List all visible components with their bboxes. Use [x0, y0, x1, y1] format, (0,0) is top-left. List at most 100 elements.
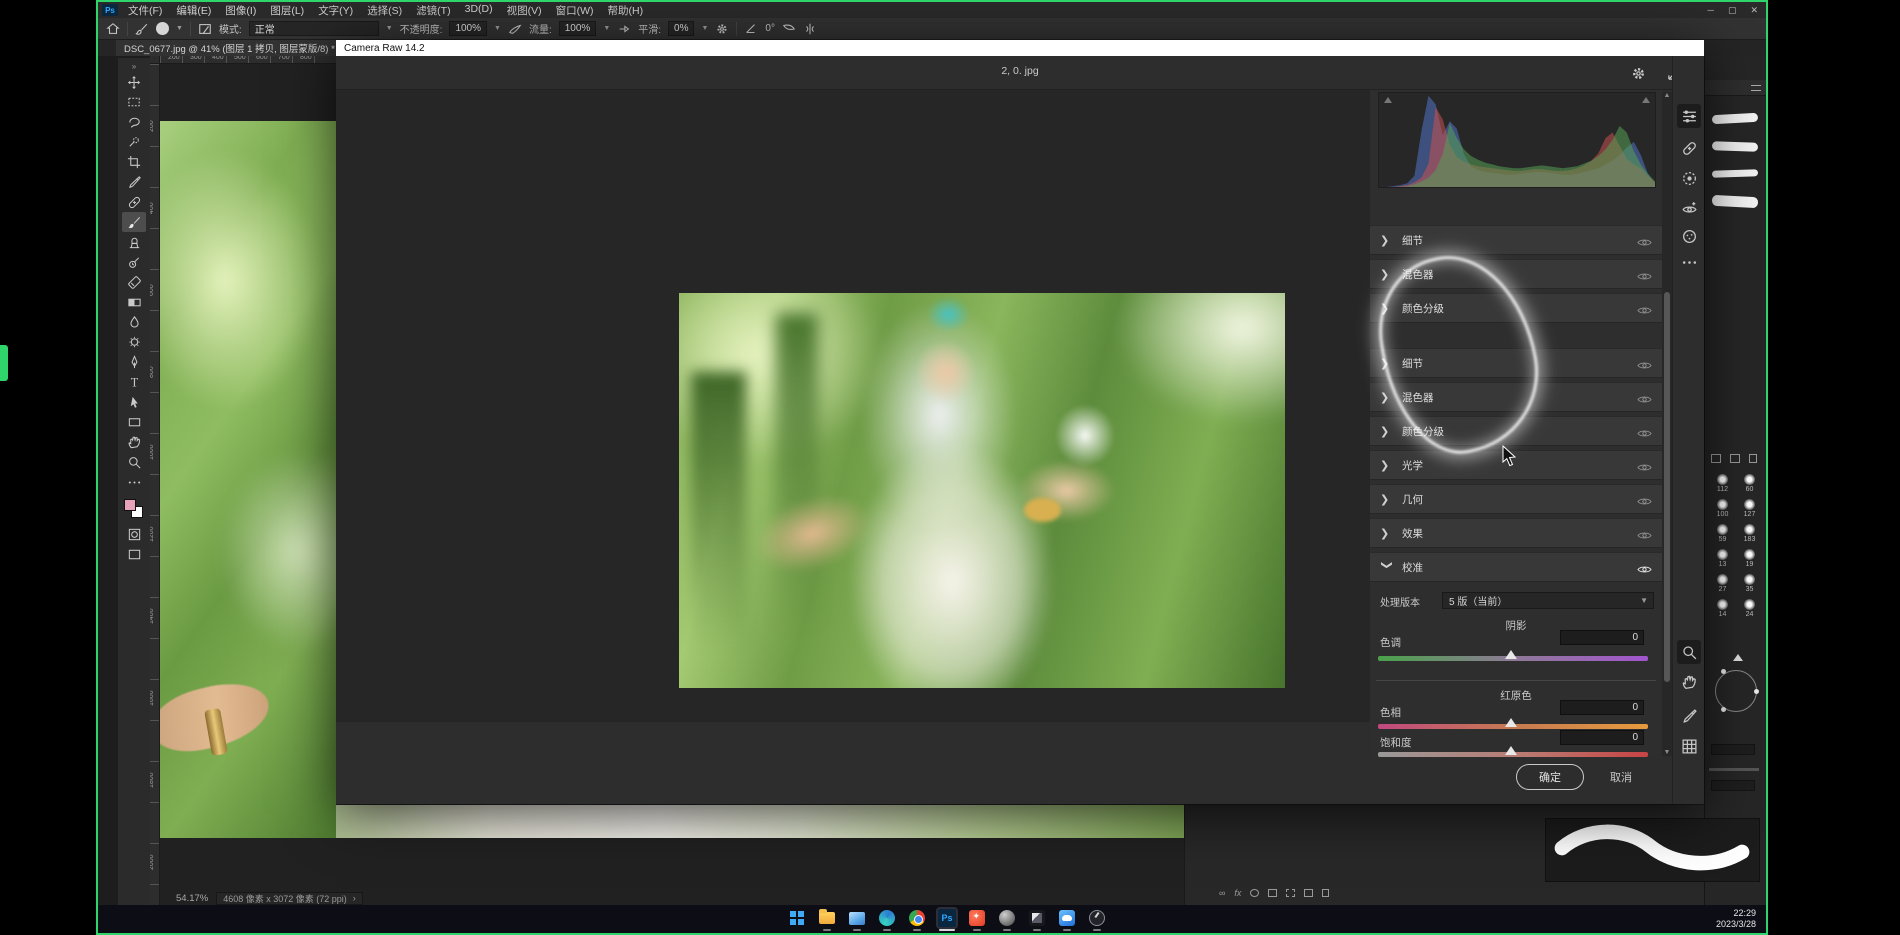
- brush-stroke-preview[interactable]: [1712, 113, 1758, 124]
- mode-select[interactable]: 正常: [249, 21, 379, 36]
- chevron-down-icon[interactable]: ▼: [701, 25, 708, 32]
- histogram[interactable]: [1378, 92, 1656, 188]
- brush-tool-icon[interactable]: [135, 22, 149, 36]
- tool-lasso[interactable]: [122, 112, 146, 132]
- foreground-color-swatch[interactable]: [124, 499, 136, 511]
- tool-eyedropper[interactable]: [122, 172, 146, 192]
- brush-preset-preview[interactable]: [156, 22, 169, 35]
- brush-preset[interactable]: 112: [1717, 474, 1728, 493]
- quick-mask-icon[interactable]: [122, 524, 146, 544]
- saturation-slider[interactable]: [1378, 752, 1648, 757]
- tint-slider[interactable]: [1378, 656, 1648, 661]
- eye-icon[interactable]: [1637, 303, 1652, 314]
- tool-path-select[interactable]: [122, 392, 146, 412]
- panel-row-detail[interactable]: ❯ 细节: [1370, 225, 1662, 255]
- slider-thumb[interactable]: [1505, 746, 1517, 755]
- recorder-indicator[interactable]: [0, 345, 8, 381]
- tool-healing-brush[interactable]: [122, 192, 146, 212]
- brush-preset[interactable]: 60: [1744, 474, 1755, 493]
- slider-thumb[interactable]: [1505, 718, 1517, 727]
- tool-crop[interactable]: [122, 152, 146, 172]
- process-version-select[interactable]: 5 版（当前） ▼: [1442, 592, 1654, 609]
- opacity-field[interactable]: 100%: [449, 21, 487, 36]
- airbrush-icon[interactable]: [617, 22, 631, 36]
- sampler-tool-icon[interactable]: [1677, 704, 1701, 728]
- red-eye-tool-icon[interactable]: [1677, 196, 1701, 220]
- chrome-icon[interactable]: [906, 907, 928, 929]
- new-layer-icon[interactable]: [1304, 889, 1313, 897]
- panel-menu-icon[interactable]: [1751, 85, 1761, 91]
- tool-type[interactable]: T: [122, 372, 146, 392]
- photoshop-taskbar-icon[interactable]: Ps: [936, 907, 958, 929]
- screen-mode-icon[interactable]: [122, 544, 146, 564]
- symmetry-icon[interactable]: [803, 22, 817, 36]
- brush-preset[interactable]: 14: [1717, 599, 1728, 618]
- hue-slider[interactable]: [1378, 724, 1648, 729]
- new-group-icon[interactable]: [1286, 889, 1295, 897]
- tool-zoom[interactable]: [122, 452, 146, 472]
- status-zoom-level[interactable]: 54.17%: [176, 893, 208, 904]
- zoom-tool-icon[interactable]: [1677, 640, 1701, 664]
- menu-edit[interactable]: 编辑(E): [176, 3, 211, 18]
- eye-icon[interactable]: [1637, 494, 1652, 505]
- layer-mask-icon[interactable]: [1250, 889, 1259, 897]
- menu-3d[interactable]: 3D(D): [465, 3, 493, 18]
- color-value-field[interactable]: [1711, 780, 1755, 791]
- color-value-field[interactable]: [1711, 744, 1755, 755]
- delete-layer-icon[interactable]: [1322, 889, 1329, 897]
- photos-app-icon[interactable]: [846, 907, 868, 929]
- minimize-button[interactable]: ─: [1708, 2, 1714, 18]
- collapse-toolbar-icon[interactable]: »: [132, 62, 136, 72]
- camera-raw-titlebar[interactable]: Camera Raw 14.2: [336, 40, 1704, 56]
- healing-tool-icon[interactable]: [1677, 136, 1701, 160]
- menu-layer[interactable]: 图层(L): [270, 3, 304, 18]
- toggle-panel-icon[interactable]: [198, 22, 212, 36]
- dark-app-icon[interactable]: [1026, 907, 1048, 929]
- angle-value[interactable]: 0°: [765, 23, 775, 34]
- blue-cloud-app-icon[interactable]: [1056, 907, 1078, 929]
- presets-tool-icon[interactable]: [1677, 224, 1701, 248]
- edge-icon[interactable]: [876, 907, 898, 929]
- chevron-down-icon[interactable]: ▼: [176, 25, 183, 32]
- close-button[interactable]: ✕: [1750, 2, 1758, 18]
- pressure-size-icon[interactable]: [782, 22, 796, 36]
- new-folder-icon[interactable]: [1711, 454, 1721, 463]
- panel-row-geometry[interactable]: ❯ 几何: [1370, 484, 1662, 514]
- red-app-icon[interactable]: [966, 907, 988, 929]
- tool-history-brush[interactable]: [122, 252, 146, 272]
- menu-window[interactable]: 窗口(W): [556, 3, 594, 18]
- tool-blur[interactable]: [122, 312, 146, 332]
- panel-scrollbar[interactable]: ▲ ▼: [1662, 92, 1672, 756]
- menu-filter[interactable]: 滤镜(T): [416, 3, 450, 18]
- menu-type[interactable]: 文字(Y): [318, 3, 353, 18]
- panel-row-calibration[interactable]: ❯ 校准: [1370, 552, 1662, 582]
- link-layers-icon[interactable]: ∞: [1219, 888, 1225, 898]
- brush-preset[interactable]: 13: [1717, 549, 1728, 568]
- hue-slider-thumb[interactable]: [1733, 654, 1743, 661]
- brush-preset[interactable]: 59: [1717, 524, 1728, 543]
- camera-raw-preview[interactable]: 适应（47%） 30% ▼: [336, 90, 1370, 722]
- panel-row-effects[interactable]: ❯ 效果: [1370, 518, 1662, 548]
- brush-preset[interactable]: 127: [1744, 499, 1756, 518]
- eye-icon[interactable]: [1637, 562, 1652, 573]
- smoothing-field[interactable]: 0%: [668, 21, 694, 36]
- dial-app-icon[interactable]: [1086, 907, 1108, 929]
- tint-value-field[interactable]: 0: [1560, 630, 1644, 645]
- brush-preset[interactable]: 19: [1744, 549, 1755, 568]
- brush-stroke-preview[interactable]: [1712, 141, 1758, 152]
- eye-icon[interactable]: [1637, 426, 1652, 437]
- chevron-down-icon[interactable]: ▼: [386, 25, 393, 32]
- menu-image[interactable]: 图像(I): [225, 3, 256, 18]
- tool-quick-select[interactable]: [122, 132, 146, 152]
- tool-shape[interactable]: [122, 412, 146, 432]
- file-explorer-icon[interactable]: [816, 907, 838, 929]
- tool-marquee[interactable]: [122, 92, 146, 112]
- menu-view[interactable]: 视图(V): [507, 3, 542, 18]
- brush-preset[interactable]: 100: [1717, 499, 1729, 518]
- tool-hand[interactable]: [122, 432, 146, 452]
- settings-gear-icon[interactable]: [1628, 63, 1648, 83]
- color-wheel[interactable]: [1715, 670, 1757, 712]
- chevron-down-icon[interactable]: ▼: [603, 25, 610, 32]
- saturation-value-field[interactable]: 0: [1560, 730, 1644, 745]
- brush-preset[interactable]: 183: [1744, 524, 1756, 543]
